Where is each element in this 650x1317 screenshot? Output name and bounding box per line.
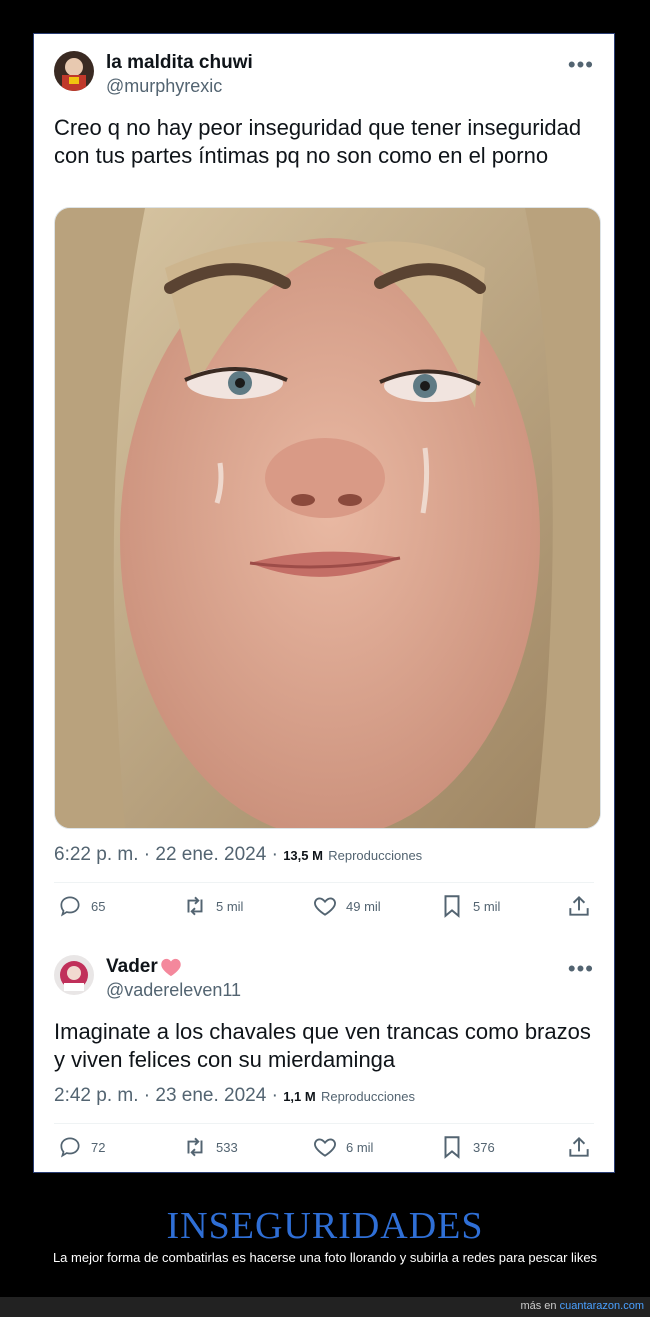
share-icon [569, 1136, 589, 1157]
footer-link[interactable]: cuantarazon.com [560, 1300, 644, 1312]
share-button[interactable] [566, 893, 592, 919]
retweet-button[interactable]: 5 mil [182, 893, 243, 919]
retweet-button[interactable]: 533 [182, 1134, 238, 1160]
footer-bar: más en cuantarazon.com [0, 1297, 650, 1317]
tweet-photo[interactable] [54, 207, 601, 829]
handle[interactable]: @murphyrexic [106, 75, 253, 97]
like-button[interactable]: 49 mil [312, 893, 381, 919]
more-options-icon[interactable]: ••• [568, 52, 594, 78]
reply-button[interactable]: 65 [57, 893, 105, 919]
display-name[interactable]: Vader [106, 955, 241, 979]
handle[interactable]: @vadereleven11 [106, 979, 241, 1001]
reply-button[interactable]: 72 [57, 1134, 105, 1160]
retweet-count: 533 [216, 1139, 238, 1155]
action-bar: 72 533 6 mil 376 [54, 1134, 599, 1164]
retweet-icon [187, 896, 203, 916]
like-button[interactable]: 6 mil [312, 1134, 373, 1160]
tweet-1: la maldita chuwi @murphyrexic ••• Creo q… [34, 34, 614, 939]
like-count: 49 mil [346, 898, 381, 914]
bookmark-icon [444, 1136, 460, 1159]
heart-emoji-icon [161, 958, 181, 977]
heart-icon [314, 897, 336, 916]
caption-subtitle: La mejor forma de combatirlas es hacerse… [52, 1250, 598, 1265]
bookmark-button[interactable]: 376 [439, 1134, 495, 1160]
action-bar: 65 5 mil 49 mil 5 mil [54, 893, 599, 923]
tweet-time[interactable]: 6:22 p. m. · 22 ene. 2024 · [54, 844, 278, 865]
views-label: Reproducciones [328, 848, 423, 863]
tweet-meta: 2:42 p. m. · 23 ene. 2024 · 1,1 M Reprod… [54, 1085, 415, 1107]
meme-frame: la maldita chuwi @murphyrexic ••• Creo q… [33, 33, 615, 1173]
divider [54, 882, 594, 883]
footer-text: más en cuantarazon.com [520, 1300, 644, 1312]
heart-icon [314, 1138, 336, 1157]
tweet-meta: 6:22 p. m. · 22 ene. 2024 · 13,5 M Repro… [54, 844, 422, 866]
reply-count: 72 [91, 1139, 106, 1155]
retweet-count: 5 mil [216, 898, 244, 914]
reply-icon [60, 896, 80, 917]
tweet-1-header: la maldita chuwi @murphyrexic [54, 51, 253, 97]
bookmark-count: 5 mil [473, 898, 501, 914]
reply-count: 65 [91, 898, 106, 914]
retweet-icon [187, 1137, 203, 1157]
divider [54, 1123, 594, 1124]
display-name[interactable]: la maldita chuwi [106, 51, 253, 75]
reply-icon [60, 1137, 80, 1158]
footer-prefix: más en [520, 1300, 557, 1312]
share-icon [569, 895, 589, 916]
views-count: 1,1 M [283, 1089, 316, 1104]
views-label: Reproducciones [321, 1089, 415, 1104]
avatar[interactable] [54, 51, 94, 91]
views-count: 13,5 M [283, 848, 323, 863]
tweet-text: Creo q no hay peor inseguridad que tener… [54, 115, 582, 168]
caption-title: INSEGURIDADES [166, 1205, 484, 1247]
more-options-icon[interactable]: ••• [568, 956, 594, 982]
tweet-text: Imaginate a los chavales que ven trancas… [54, 1019, 591, 1072]
tweet-time[interactable]: 2:42 p. m. · 23 ene. 2024 · [54, 1085, 278, 1106]
tweet-2: Vader @vadereleven11 ••• Imaginate a los… [34, 939, 614, 1172]
avatar[interactable] [54, 955, 94, 995]
like-count: 6 mil [346, 1139, 374, 1155]
share-button[interactable] [566, 1134, 592, 1160]
bookmark-icon [444, 895, 460, 918]
bookmark-button[interactable]: 5 mil [439, 893, 500, 919]
tweet-2-header: Vader @vadereleven11 [54, 955, 241, 1001]
bookmark-count: 376 [473, 1139, 495, 1155]
